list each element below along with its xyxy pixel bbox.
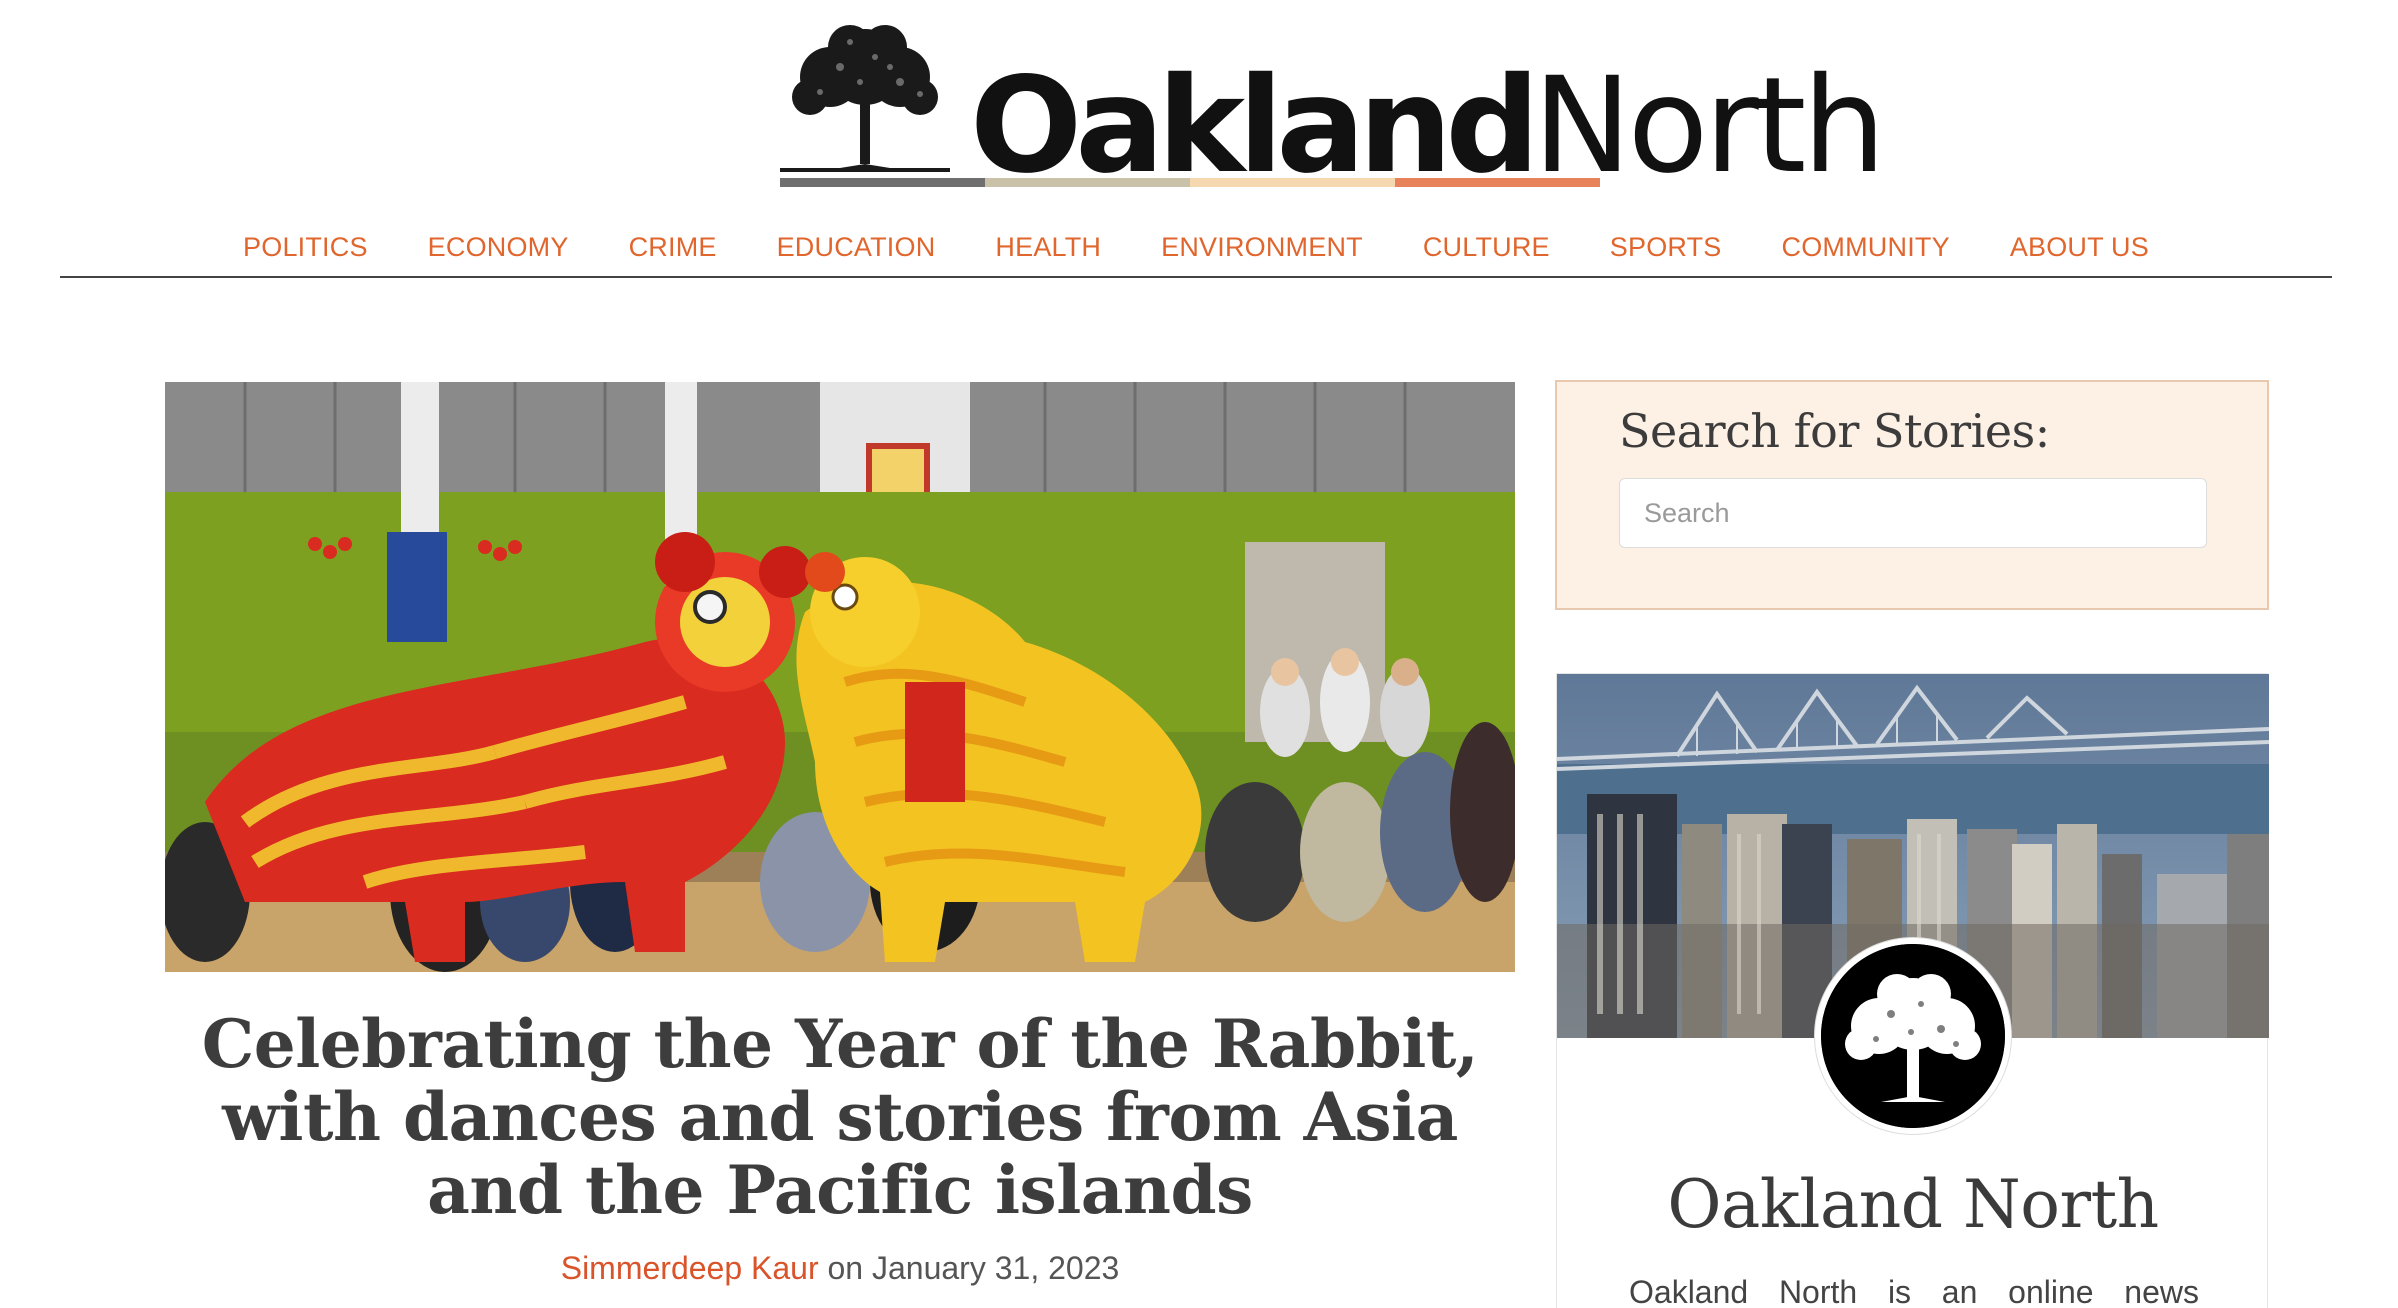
- site-wordmark: OaklandNorth: [970, 60, 1886, 192]
- search-widget: Search for Stories:: [1555, 380, 2269, 610]
- nav-item-economy[interactable]: ECONOMY: [398, 232, 599, 263]
- author-link[interactable]: Simmerdeep Kaur: [561, 1250, 819, 1286]
- about-title: Oakland North: [1667, 1166, 2159, 1243]
- lion-dance-photo: [165, 382, 1515, 972]
- logo-stripe-segment: [780, 178, 985, 187]
- site-avatar: [1815, 938, 2011, 1134]
- featured-story-byline: Simmerdeep Kaur on January 31, 2023: [165, 1250, 1515, 1287]
- search-input[interactable]: [1619, 478, 2207, 548]
- logo-stripe-segment: [985, 178, 1190, 187]
- logo-stripe-segment: [1190, 178, 1395, 187]
- nav-item-politics[interactable]: POLITICS: [213, 232, 398, 263]
- nav-item-community[interactable]: COMMUNITY: [1752, 232, 1980, 263]
- logo-stripe-segment: [1395, 178, 1600, 187]
- about-widget: Oakland North Oakland North is an online…: [1556, 673, 2269, 1308]
- site-logo[interactable]: OaklandNorth: [780, 22, 1886, 192]
- featured-story-title[interactable]: Celebrating the Year of the Rabbit, with…: [165, 1008, 1515, 1227]
- nav-item-crime[interactable]: CRIME: [599, 232, 747, 263]
- logo-color-stripe: [780, 178, 1600, 187]
- nav-item-sports[interactable]: SPORTS: [1580, 232, 1752, 263]
- nav-item-about-us[interactable]: ABOUT US: [1980, 232, 2179, 263]
- publish-date: January 31, 2023: [871, 1250, 1120, 1286]
- white-oak-tree-icon: [1821, 944, 2005, 1128]
- main-nav: POLITICS ECONOMY CRIME EDUCATION HEALTH …: [60, 218, 2332, 278]
- featured-story-image[interactable]: [165, 382, 1515, 972]
- nav-item-culture[interactable]: CULTURE: [1393, 232, 1580, 263]
- about-description: Oakland North is an online news: [1629, 1274, 2199, 1308]
- byline-date-prefix: on: [827, 1250, 864, 1286]
- oak-tree-logo-icon: [780, 25, 950, 172]
- nav-item-environment[interactable]: ENVIRONMENT: [1131, 232, 1393, 263]
- nav-item-education[interactable]: EDUCATION: [747, 232, 966, 263]
- nav-item-health[interactable]: HEALTH: [965, 232, 1131, 263]
- search-widget-title: Search for Stories:: [1619, 404, 2050, 458]
